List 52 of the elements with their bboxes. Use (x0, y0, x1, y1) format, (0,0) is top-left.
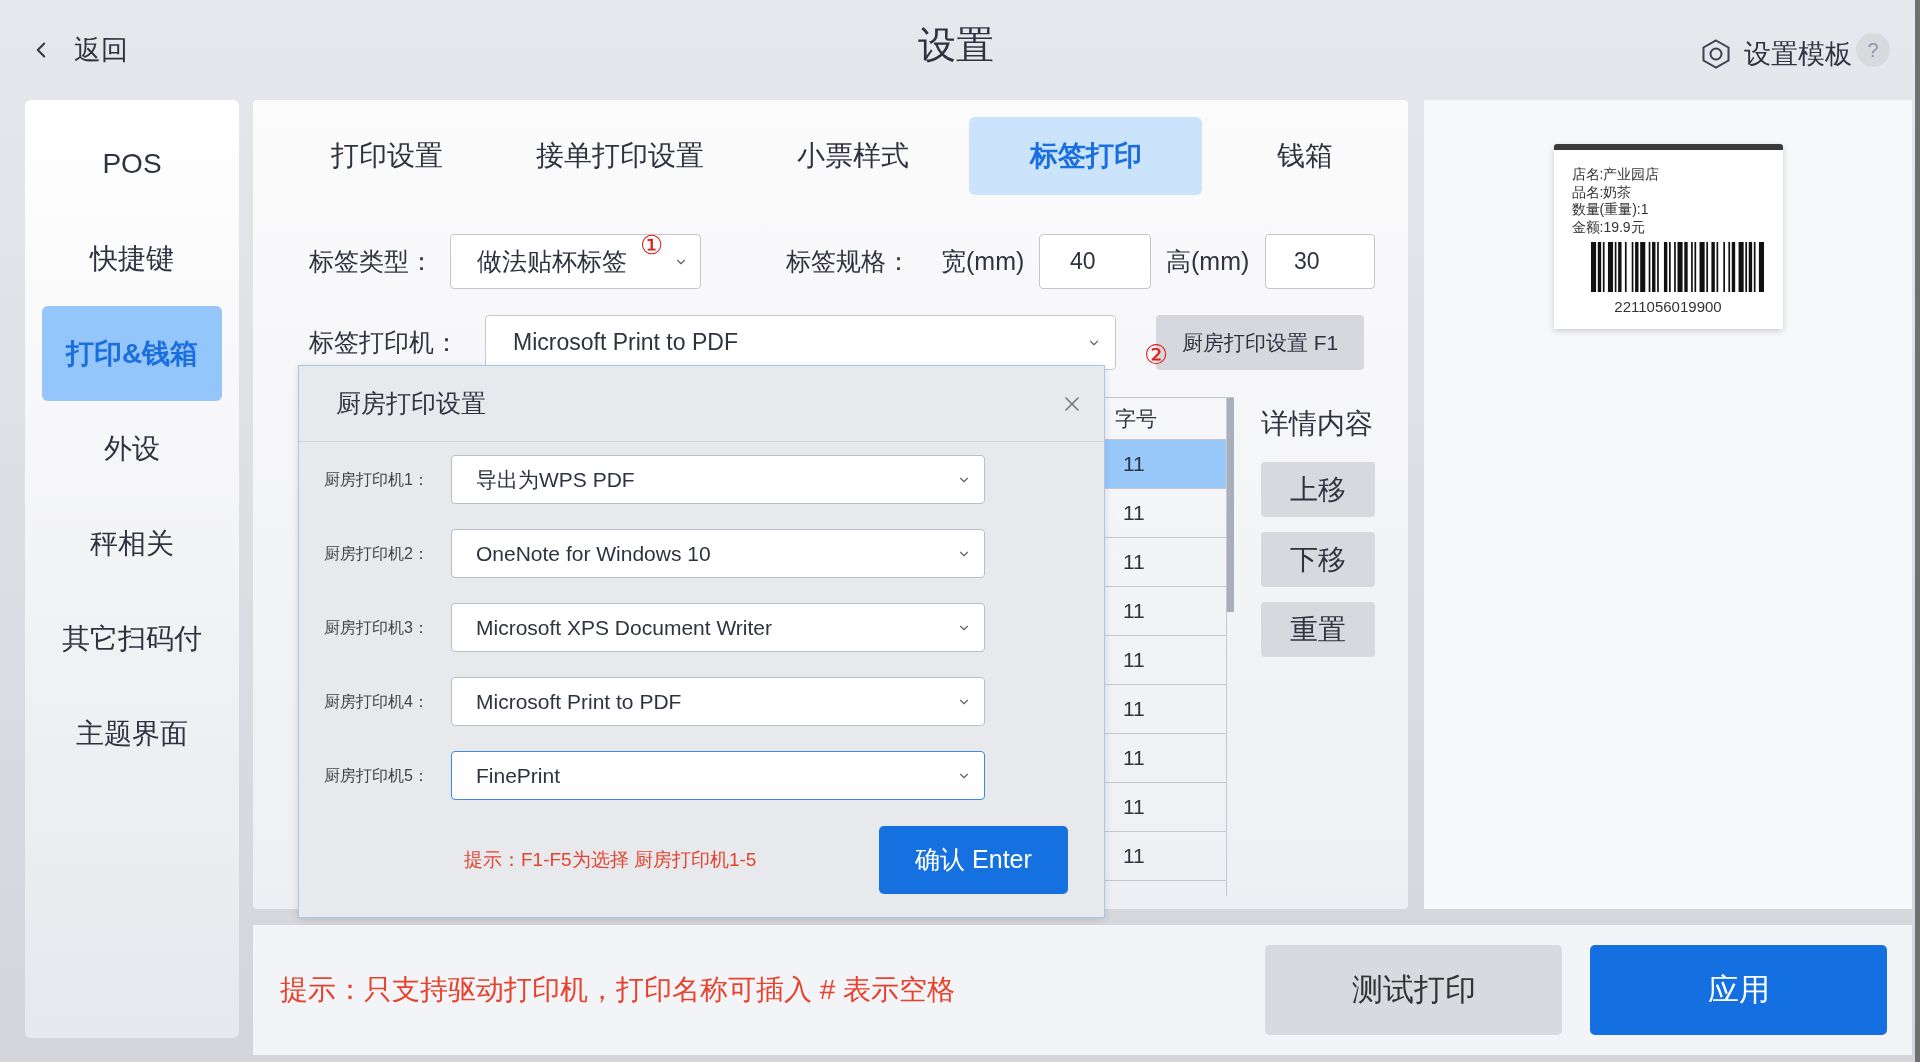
width-input[interactable]: 40 (1039, 234, 1151, 289)
field-label: 标签打印机： (309, 326, 460, 358)
label-line: 金额:19.9元 (1571, 218, 1645, 236)
printer-select[interactable]: Microsoft XPS Document Writer (451, 603, 985, 652)
height-input[interactable]: 30 (1265, 234, 1375, 289)
printer-label: 厨房打印机3： (323, 617, 430, 638)
back-button[interactable]: 返回 (28, 29, 128, 71)
sidebar-item[interactable]: 外设 (42, 401, 222, 496)
printer-select[interactable]: FinePrint (451, 751, 985, 800)
tab[interactable]: 接单打印设置 (503, 117, 736, 195)
dialog-hint: 提示：F1-F5为选择 厨房打印机1-5 (464, 847, 757, 872)
test-print-button[interactable]: 测试打印 (1265, 945, 1562, 1035)
printer-label: 厨房打印机4： (323, 691, 430, 712)
field-label: 宽(mm) (941, 245, 1026, 277)
confirm-button[interactable]: 确认 Enter (879, 826, 1068, 894)
template-settings-button[interactable]: 设置模板 (1702, 33, 1852, 75)
table-cell[interactable]: 11 (1105, 439, 1226, 488)
printer-select[interactable]: Microsoft Print to PDF (451, 677, 985, 726)
apply-button[interactable]: 应用 (1590, 945, 1887, 1035)
footer-hint: 提示：只支持驱动打印机，打印名称可插入 # 表示空格 (280, 973, 956, 1007)
settings-icon (1702, 39, 1730, 69)
sidebar-item[interactable]: POS (42, 116, 222, 211)
sidebar-item[interactable]: 快捷键 (42, 211, 222, 306)
printer-select[interactable]: OneNote for Windows 10 (451, 529, 985, 578)
sidebar-item[interactable]: 秤相关 (42, 496, 222, 591)
scrollbar[interactable] (1915, 0, 1920, 1062)
field-label: 标签规格： (786, 245, 912, 277)
sidebar-item[interactable]: 主题界面 (42, 686, 222, 781)
tab[interactable]: 打印设置 (270, 117, 503, 195)
table-header-cell-text: 字号 (1114, 405, 1158, 432)
detail-button[interactable]: 重置 (1261, 602, 1375, 657)
field-label: 标签类型： (309, 245, 435, 277)
printer-select[interactable]: 导出为WPS PDF (451, 455, 985, 504)
detail-button[interactable]: 下移 (1261, 532, 1375, 587)
dialog-title: 厨房打印设置 (336, 387, 486, 419)
printer-label: 厨房打印机5： (323, 765, 430, 786)
field-label: 高(mm) (1166, 245, 1251, 277)
label-line: 店名:产业园店 (1571, 166, 1660, 184)
detail-title: 详情内容 (1261, 407, 1374, 441)
detail-button[interactable]: 上移 (1261, 462, 1375, 517)
printer-label: 厨房打印机2： (323, 543, 430, 564)
tab[interactable]: 小票样式 (736, 117, 969, 195)
barcode-number: 2211056019900 (1614, 298, 1722, 315)
label-line: 数量(重量):1 (1571, 201, 1649, 219)
sidebar-item[interactable]: 其它扫码付 (42, 591, 222, 686)
tab[interactable]: 钱箱 (1202, 117, 1408, 195)
tab[interactable]: 标签打印 (969, 117, 1202, 195)
page-title: 设置 (918, 22, 994, 68)
printer-label: 厨房打印机1： (323, 469, 430, 490)
label-line: 品名:奶茶 (1571, 183, 1632, 201)
annotation-marker: ① (640, 232, 663, 258)
scrollbar-thumb[interactable] (1227, 398, 1234, 612)
